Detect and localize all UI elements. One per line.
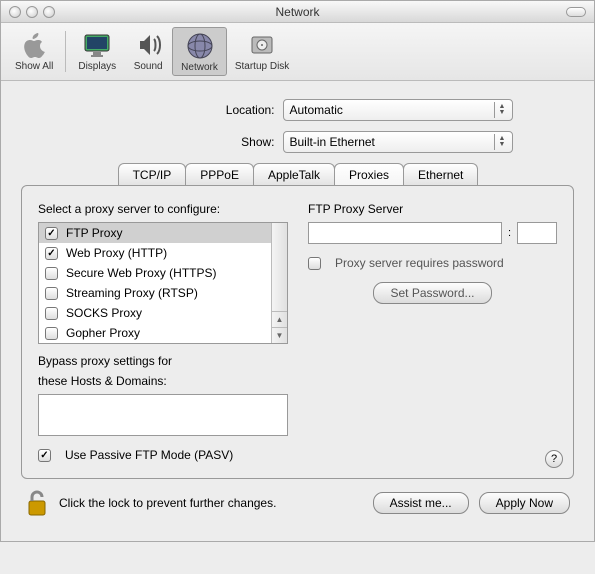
globe-icon <box>184 30 216 62</box>
assist-me-button[interactable]: Assist me... <box>373 492 469 514</box>
chevron-updown-icon: ▲▼ <box>494 102 510 118</box>
toolbar-network[interactable]: Network <box>172 27 227 76</box>
show-popup[interactable]: Built-in Ethernet ▲▼ <box>283 131 513 153</box>
titlebar: Network <box>1 1 594 23</box>
toolbar-label: Network <box>181 62 218 73</box>
host-port-separator: : <box>508 227 511 239</box>
checkbox[interactable] <box>45 267 58 280</box>
bypass-label-2: these Hosts & Domains: <box>38 374 288 388</box>
tab-appletalk[interactable]: AppleTalk <box>253 163 335 186</box>
location-label: Location: <box>83 103 283 117</box>
checkbox[interactable] <box>45 327 58 340</box>
proxies-panel: Select a proxy server to configure: FTP … <box>21 185 574 479</box>
footer: Click the lock to prevent further change… <box>11 479 584 531</box>
checkbox[interactable] <box>45 287 58 300</box>
bypass-label-1: Bypass proxy settings for <box>38 354 288 368</box>
proxy-list: FTP Proxy Web Proxy (HTTP) Secure Web Pr… <box>38 222 288 344</box>
proxy-port-input[interactable] <box>517 222 557 244</box>
toolbar-label: Sound <box>134 61 163 72</box>
help-button[interactable]: ? <box>545 450 563 468</box>
toolbar-label: Startup Disk <box>235 61 289 72</box>
window-title: Network <box>1 5 594 19</box>
checkbox[interactable] <box>45 227 58 240</box>
pasv-checkbox[interactable] <box>38 449 51 462</box>
scroll-up-icon[interactable]: ▲ <box>272 311 287 327</box>
list-item[interactable]: Secure Web Proxy (HTTPS) <box>39 263 271 283</box>
list-item-label: Streaming Proxy (RTSP) <box>66 286 198 300</box>
show-value: Built-in Ethernet <box>290 135 375 149</box>
content-area: Location: Automatic ▲▼ Show: Built-in Et… <box>1 81 594 541</box>
toolbar-label: Show All <box>15 61 53 72</box>
list-item[interactable]: Web Proxy (HTTP) <box>39 243 271 263</box>
toolbar: Show All Displays Sound Network Startup <box>1 23 594 81</box>
show-label: Show: <box>83 135 283 149</box>
list-item-label: Gopher Proxy <box>66 326 140 340</box>
apply-now-button[interactable]: Apply Now <box>479 492 570 514</box>
list-item-label: Web Proxy (HTTP) <box>66 246 167 260</box>
scrollbar[interactable]: ▲ ▼ <box>271 223 287 343</box>
show-row: Show: Built-in Ethernet ▲▼ <box>11 131 584 153</box>
list-item[interactable]: FTP Proxy <box>39 223 271 243</box>
tab-bar: TCP/IP PPPoE AppleTalk Proxies Ethernet <box>11 163 584 186</box>
set-password-button[interactable]: Set Password... <box>373 282 491 304</box>
location-row: Location: Automatic ▲▼ <box>11 99 584 121</box>
checkbox[interactable] <box>45 307 58 320</box>
toolbar-displays[interactable]: Displays <box>70 27 124 76</box>
toolbar-label: Displays <box>78 61 116 72</box>
toolbar-show-all[interactable]: Show All <box>7 27 61 76</box>
toolbar-sound[interactable]: Sound <box>124 27 172 76</box>
list-item[interactable]: Streaming Proxy (RTSP) <box>39 283 271 303</box>
proxy-list-label: Select a proxy server to configure: <box>38 202 288 216</box>
toolbar-toggle-button[interactable] <box>566 7 586 17</box>
toolbar-separator <box>65 31 66 72</box>
speaker-icon <box>132 29 164 61</box>
toolbar-startup-disk[interactable]: Startup Disk <box>227 27 297 76</box>
list-item-label: SOCKS Proxy <box>66 306 142 320</box>
requires-password-checkbox[interactable] <box>308 257 321 270</box>
proxy-server-label: FTP Proxy Server <box>308 202 557 216</box>
bypass-input[interactable] <box>38 394 288 436</box>
lock-icon[interactable] <box>25 489 49 517</box>
location-popup[interactable]: Automatic ▲▼ <box>283 99 513 121</box>
list-item-label: FTP Proxy <box>66 226 122 240</box>
disk-icon <box>246 29 278 61</box>
tab-proxies[interactable]: Proxies <box>334 163 404 186</box>
tab-pppoe[interactable]: PPPoE <box>185 163 254 186</box>
proxy-host-input[interactable] <box>308 222 502 244</box>
requires-password-label: Proxy server requires password <box>335 256 504 270</box>
checkbox[interactable] <box>45 247 58 260</box>
tab-ethernet[interactable]: Ethernet <box>403 163 478 186</box>
display-icon <box>81 29 113 61</box>
chevron-updown-icon: ▲▼ <box>494 134 510 150</box>
tab-tcpip[interactable]: TCP/IP <box>118 163 187 186</box>
lock-text: Click the lock to prevent further change… <box>59 496 363 510</box>
network-window: Network Show All Displays Sound <box>0 0 595 542</box>
list-item[interactable]: SOCKS Proxy <box>39 303 271 323</box>
list-item[interactable]: Gopher Proxy <box>39 323 271 343</box>
pasv-label: Use Passive FTP Mode (PASV) <box>65 448 233 462</box>
scroll-down-icon[interactable]: ▼ <box>272 327 287 343</box>
list-item-label: Secure Web Proxy (HTTPS) <box>66 266 216 280</box>
apple-icon <box>18 29 50 61</box>
location-value: Automatic <box>290 103 343 117</box>
